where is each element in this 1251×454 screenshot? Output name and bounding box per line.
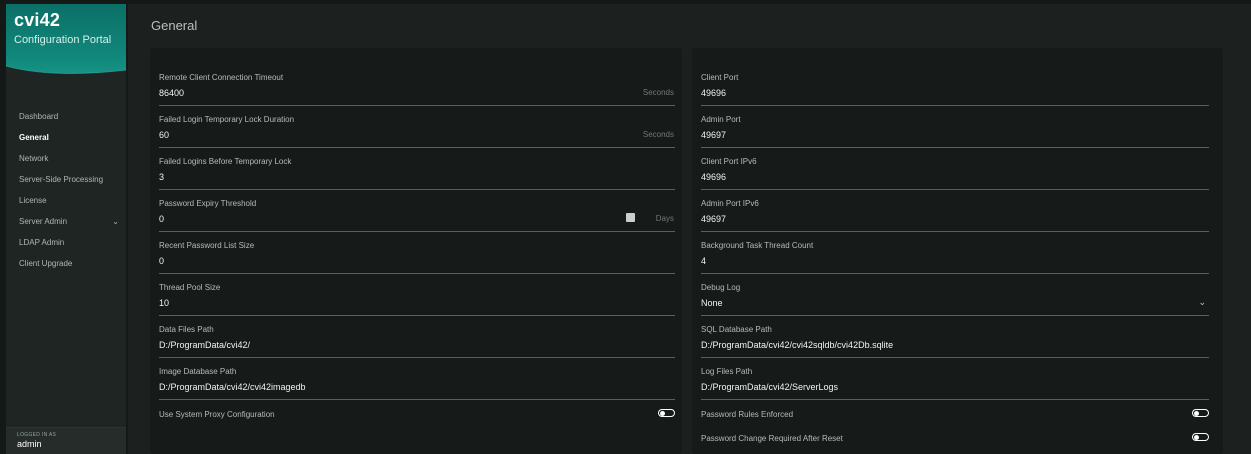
recent-password-list-field[interactable]: Recent Password List Size 0 — [159, 241, 675, 274]
field-label: Background Task Thread Count — [701, 241, 814, 250]
use-system-proxy-toggle[interactable] — [658, 409, 675, 417]
settings-card-right: Client Port 49696 Admin Port 49697 Clien… — [692, 48, 1223, 454]
field-value: D:/ProgramData/cvi42/ — [159, 340, 251, 350]
sidebar-header: cvi42 Configuration Portal — [6, 4, 126, 104]
field-value: 49697 — [701, 130, 727, 140]
sidebar-item-label: License — [19, 196, 47, 205]
remote-client-timeout-field[interactable]: Remote Client Connection Timeout 86400 S… — [159, 73, 675, 106]
lock-duration-field[interactable]: Failed Login Temporary Lock Duration 60 … — [159, 115, 675, 148]
toggle-label: Password Change Required After Reset — [701, 434, 843, 443]
field-value: 4 — [701, 256, 707, 266]
field-label: Client Port IPv6 — [701, 157, 757, 166]
chevron-down-icon[interactable]: ⌄ — [1198, 297, 1206, 308]
field-value: D:/ProgramData/cvi42/cvi42imagedb — [159, 382, 306, 392]
sidebar-item-label: Client Upgrade — [19, 259, 73, 268]
password-change-required-row: Password Change Required After Reset — [701, 433, 1209, 445]
sidebar-item-server-side-processing[interactable]: Server-Side Processing — [6, 169, 126, 190]
logged-in-panel: LOGGED IN AS admin — [6, 427, 126, 454]
data-files-path-field[interactable]: Data Files Path D:/ProgramData/cvi42/ — [159, 325, 675, 358]
field-value: D:/ProgramData/cvi42/ServerLogs — [701, 382, 839, 392]
sidebar-item-general[interactable]: General — [6, 127, 126, 148]
sidebar-item-label: Server-Side Processing — [19, 175, 104, 184]
field-value: 49697 — [701, 214, 727, 224]
field-value: 10 — [159, 298, 170, 308]
field-label: SQL Database Path — [701, 325, 772, 334]
field-suffix: Days — [655, 214, 674, 223]
password-expiry-field[interactable]: Password Expiry Threshold 0 Days — [159, 199, 675, 232]
thread-pool-size-field[interactable]: Thread Pool Size 10 — [159, 283, 675, 316]
field-label: Debug Log — [701, 283, 741, 292]
sidebar-item-client-upgrade[interactable]: Client Upgrade — [6, 253, 126, 274]
sidebar-item-label: Server Admin — [19, 217, 68, 226]
admin-port-ipv6-field[interactable]: Admin Port IPv6 49697 — [701, 199, 1209, 232]
admin-port-field[interactable]: Admin Port 49697 — [701, 115, 1209, 148]
debug-log-select[interactable]: Debug Log None ⌄ — [701, 283, 1209, 316]
field-label: Admin Port — [701, 115, 741, 124]
field-label: Image Database Path — [159, 367, 237, 376]
sidebar-item-label: LDAP Admin — [19, 238, 65, 247]
field-label: Thread Pool Size — [159, 283, 221, 292]
field-value: 49696 — [701, 88, 727, 98]
field-value: 0 — [159, 256, 165, 266]
sidebar-item-ldap-admin[interactable]: LDAP Admin — [6, 232, 126, 253]
sidebar-item-server-admin[interactable]: Server Admin ⌄ — [6, 211, 126, 232]
sql-database-path-field[interactable]: SQL Database Path D:/ProgramData/cvi42/c… — [701, 325, 1209, 358]
background-task-thread-count-field[interactable]: Background Task Thread Count 4 — [701, 241, 1209, 274]
failed-logins-field[interactable]: Failed Logins Before Temporary Lock 3 — [159, 157, 675, 190]
chevron-down-icon: ⌄ — [112, 217, 119, 226]
password-rules-enforced-toggle[interactable] — [1192, 409, 1209, 417]
password-rules-enforced-row: Password Rules Enforced — [701, 409, 1209, 421]
field-label: Password Expiry Threshold — [159, 199, 257, 208]
sidebar-item-license[interactable]: License — [6, 190, 126, 211]
client-port-field[interactable]: Client Port 49696 — [701, 73, 1209, 106]
field-value: 86400 — [159, 88, 185, 98]
field-value: None — [701, 298, 723, 308]
field-value: 49696 — [701, 172, 727, 182]
field-value: 60 — [159, 130, 170, 140]
field-label: Data Files Path — [159, 325, 214, 334]
calendar-icon[interactable] — [626, 213, 635, 222]
field-label: Admin Port IPv6 — [701, 199, 759, 208]
client-port-ipv6-field[interactable]: Client Port IPv6 49696 — [701, 157, 1209, 190]
sidebar-nav: Dashboard General Network Server-Side Pr… — [6, 106, 126, 274]
field-suffix: Seconds — [642, 130, 674, 139]
sidebar-item-dashboard[interactable]: Dashboard — [6, 106, 126, 127]
field-value: 3 — [159, 172, 165, 182]
settings-card-left: Remote Client Connection Timeout 86400 S… — [150, 48, 682, 454]
sidebar-item-label: Dashboard — [19, 112, 59, 121]
sidebar-item-network[interactable]: Network — [6, 148, 126, 169]
field-label: Recent Password List Size — [159, 241, 255, 250]
toggle-label: Password Rules Enforced — [701, 410, 794, 419]
logged-in-label: LOGGED IN AS — [17, 432, 57, 438]
sidebar: cvi42 Configuration Portal Dashboard Gen… — [6, 4, 126, 454]
field-value: 0 — [159, 214, 165, 224]
use-system-proxy-row: Use System Proxy Configuration — [159, 409, 675, 421]
log-files-path-field[interactable]: Log Files Path D:/ProgramData/cvi42/Serv… — [701, 367, 1209, 400]
sidebar-item-label: Network — [19, 154, 49, 163]
logged-in-user[interactable]: admin — [17, 439, 42, 449]
field-suffix: Seconds — [642, 88, 674, 97]
field-label: Client Port — [701, 73, 739, 82]
field-label: Failed Login Temporary Lock Duration — [159, 115, 295, 124]
field-label: Log Files Path — [701, 367, 753, 376]
field-label: Remote Client Connection Timeout — [159, 73, 284, 82]
image-database-path-field[interactable]: Image Database Path D:/ProgramData/cvi42… — [159, 367, 675, 400]
main-content: General Remote Client Connection Timeout… — [128, 4, 1251, 454]
page-title: General — [151, 18, 198, 33]
field-label: Failed Logins Before Temporary Lock — [159, 157, 292, 166]
field-value: D:/ProgramData/cvi42/cvi42sqldb/cvi42Db.… — [701, 340, 894, 350]
brand-logo: cvi42 — [14, 10, 61, 30]
brand-subtitle: Configuration Portal — [14, 34, 112, 46]
sidebar-item-label: General — [19, 133, 49, 142]
toggle-label: Use System Proxy Configuration — [159, 410, 275, 419]
password-change-required-toggle[interactable] — [1192, 433, 1209, 441]
